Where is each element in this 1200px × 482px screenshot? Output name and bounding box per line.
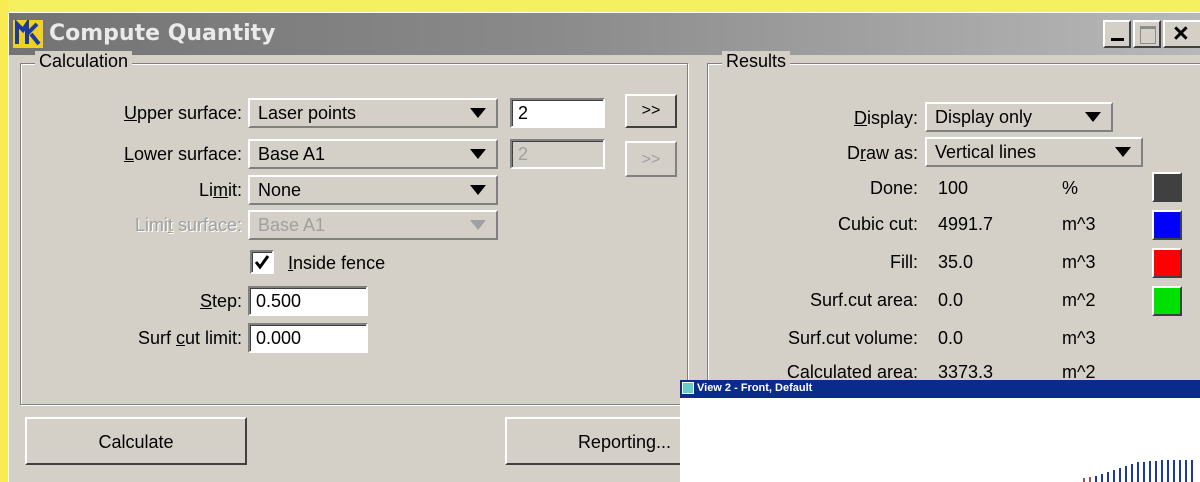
- limit-surface-label: Limit surface:: [134, 215, 242, 235]
- view2-title: View 2 - Front, Default: [697, 382, 813, 394]
- fill-label: Fill:: [890, 252, 918, 272]
- display-label: Display:: [853, 108, 918, 128]
- inside-fence-label[interactable]: Inside fence: [288, 253, 385, 274]
- desktop-strip-top: [0, 0, 1200, 12]
- cubic-cut-color-swatch[interactable]: [1152, 210, 1182, 240]
- surf-cut-volume-label: Surf.cut volume:: [787, 328, 918, 348]
- view2-window[interactable]: View 2 - Front, Default: [680, 380, 1200, 482]
- done-value: 100: [938, 178, 969, 198]
- limit-label: Limit:: [198, 180, 242, 200]
- limit-surface-combo: Base A1: [248, 210, 498, 240]
- fill-unit: m^3: [1062, 252, 1096, 272]
- app-icon: [13, 20, 43, 48]
- calculation-group-title: Calculation: [35, 51, 133, 72]
- lower-surface-label: Lower surface:: [123, 144, 242, 164]
- surf-cut-area-value: 0.0: [938, 290, 964, 310]
- upper-surface-combo[interactable]: Laser points: [248, 98, 498, 128]
- cubic-cut-label: Cubic cut:: [837, 214, 918, 234]
- window-title: Compute Quantity: [49, 21, 276, 46]
- chevron-down-icon: [470, 185, 486, 195]
- checkmark-icon: [254, 255, 270, 270]
- limit-combo[interactable]: None: [248, 175, 498, 205]
- chevron-down-icon: [470, 149, 486, 159]
- cubic-cut-value: 4991.7: [938, 214, 994, 234]
- upper-surface-number-field[interactable]: 2: [510, 98, 605, 128]
- surf-cut-area-unit: m^2: [1062, 290, 1096, 310]
- results-group-title: Results: [722, 51, 791, 72]
- surf-cut-limit-label: Surf cut limit:: [137, 328, 242, 348]
- title-bar[interactable]: Compute Quantity ×: [9, 13, 1200, 55]
- fill-value: 35.0: [938, 252, 974, 272]
- lower-surface-select-button: >>: [625, 141, 677, 177]
- draw-as-combo[interactable]: Vertical lines: [925, 137, 1143, 167]
- view-icon: [682, 382, 694, 394]
- draw-as-label: Draw as:: [846, 143, 918, 163]
- step-label: Step:: [199, 291, 242, 311]
- close-button[interactable]: ×: [1163, 18, 1200, 48]
- inside-fence-checkbox[interactable]: [250, 250, 274, 274]
- chevron-down-icon: [470, 220, 486, 230]
- cubic-cut-unit: m^3: [1062, 214, 1096, 234]
- lower-surface-number-field: 2: [510, 139, 605, 169]
- chevron-down-icon: [470, 108, 486, 118]
- minimize-button[interactable]: [1103, 20, 1131, 48]
- display-combo[interactable]: Display only: [925, 102, 1113, 132]
- reporting-button[interactable]: Reporting...: [505, 417, 683, 465]
- calculate-button[interactable]: Calculate: [25, 417, 247, 465]
- chevron-down-icon: [1115, 147, 1131, 157]
- maximize-button[interactable]: [1133, 20, 1161, 48]
- lower-surface-combo[interactable]: Base A1: [248, 139, 498, 169]
- upper-surface-label: Upper surface:: [123, 103, 242, 123]
- surf-cut-area-color-swatch[interactable]: [1152, 286, 1182, 316]
- chevron-down-icon: [1085, 112, 1101, 122]
- surf-cut-area-label: Surf.cut area:: [809, 290, 918, 310]
- surf-cut-volume-unit: m^3: [1062, 328, 1096, 348]
- desktop-strip-left: [0, 0, 8, 482]
- done-unit: %: [1062, 178, 1079, 198]
- view2-canvas[interactable]: [680, 398, 1200, 482]
- surf-cut-volume-value: 0.0: [938, 328, 964, 348]
- done-color-swatch[interactable]: [1152, 172, 1182, 202]
- view2-title-bar[interactable]: View 2 - Front, Default: [680, 380, 1200, 398]
- close-icon: ×: [1173, 18, 1189, 48]
- done-label: Done:: [869, 178, 918, 198]
- step-field[interactable]: 0.500: [248, 286, 368, 316]
- upper-surface-select-button[interactable]: >>: [625, 94, 677, 128]
- surf-cut-limit-field[interactable]: 0.000: [248, 323, 368, 353]
- fill-color-swatch[interactable]: [1152, 248, 1182, 278]
- vertical-lines-graphic: [1083, 460, 1193, 482]
